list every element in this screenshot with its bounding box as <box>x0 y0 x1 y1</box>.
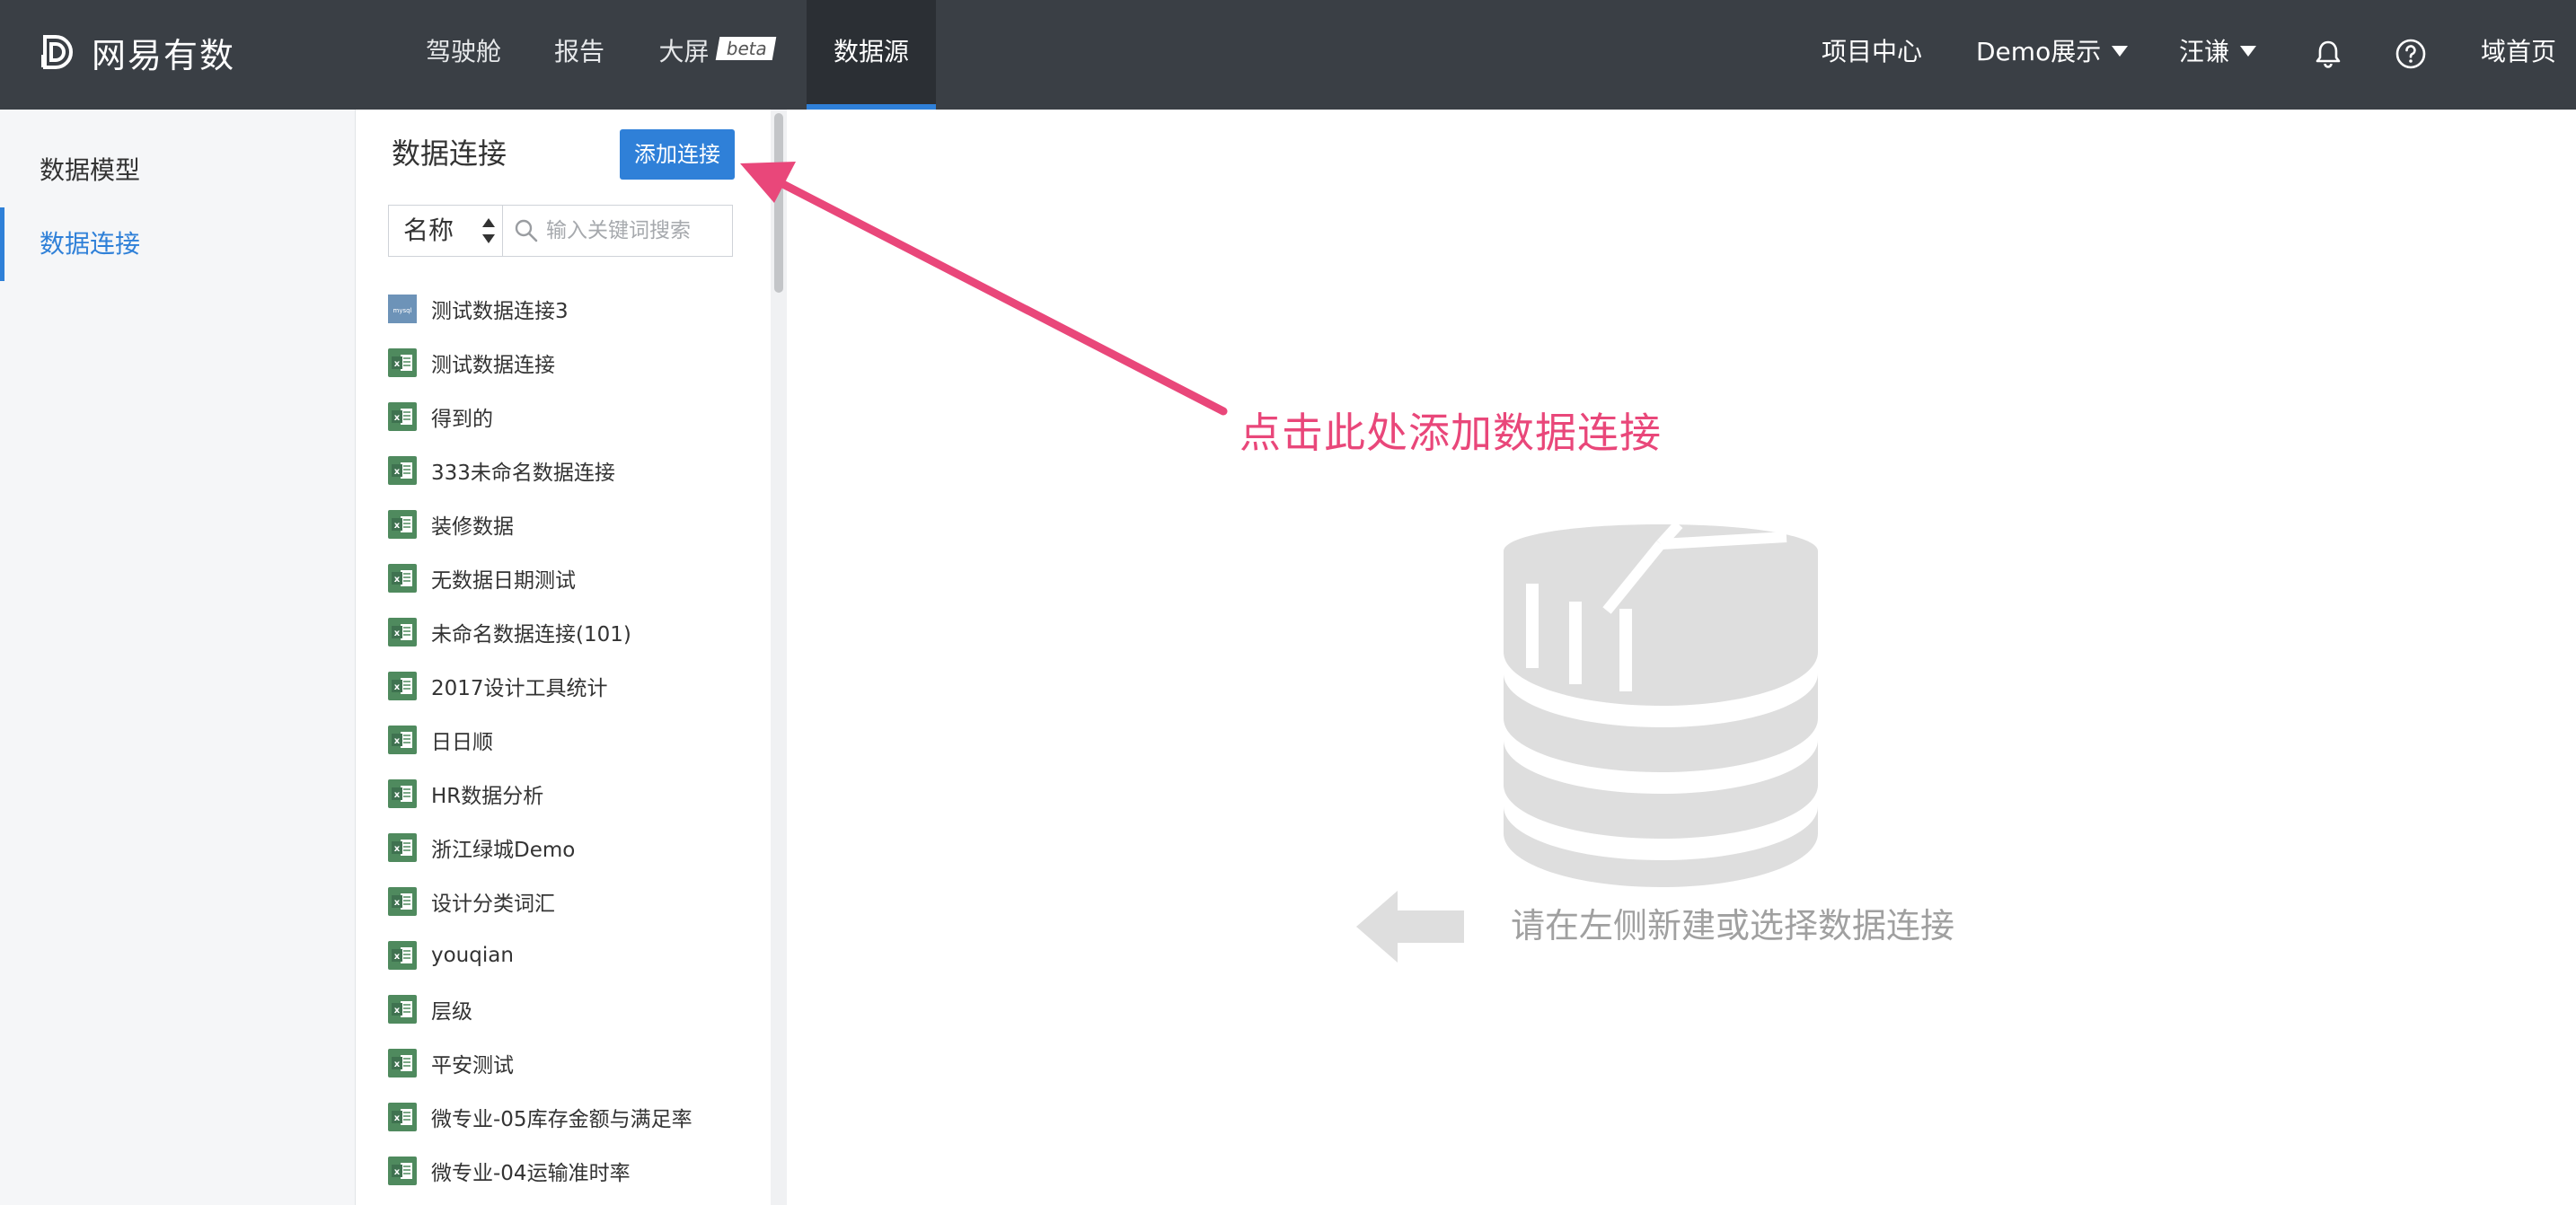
arrow-left-icon <box>1356 891 1464 963</box>
database-icon <box>1504 524 1818 887</box>
annotation-text: 点击此处添加数据连接 <box>1239 409 1662 457</box>
annotation-arrow <box>740 162 1228 416</box>
empty-state-text: 请在左侧新建或选择数据连接 <box>1511 906 1955 946</box>
